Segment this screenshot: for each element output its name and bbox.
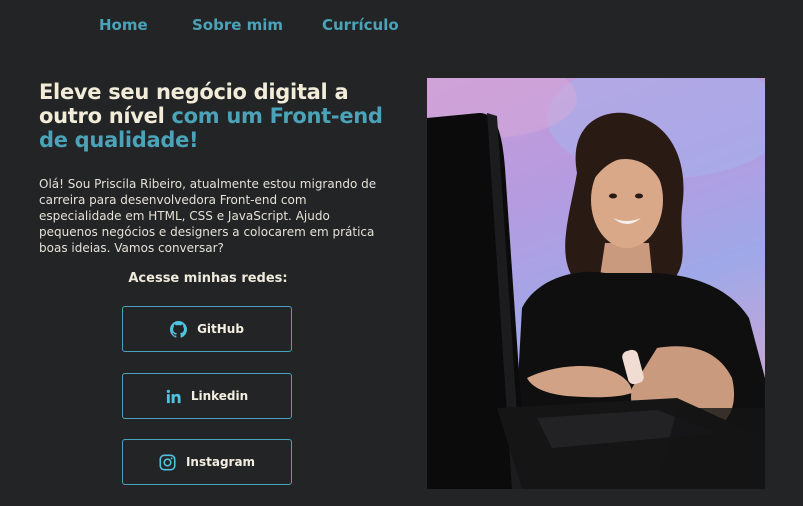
profile-photo: [427, 78, 765, 489]
linkedin-button-label: Linkedin: [190, 389, 249, 403]
nav-home-link[interactable]: Home: [99, 16, 148, 34]
top-nav: Home Sobre mim Currículo: [0, 0, 803, 52]
github-button[interactable]: GitHub: [122, 306, 292, 352]
nav-resume-link[interactable]: Currículo: [322, 16, 399, 34]
instagram-button[interactable]: Instagram: [122, 439, 292, 485]
instagram-icon: [159, 453, 176, 471]
social-title: Acesse minhas redes:: [128, 271, 288, 286]
github-icon: [170, 320, 188, 338]
linkedin-icon: [166, 389, 181, 404]
linkedin-button[interactable]: Linkedin: [122, 373, 292, 419]
github-button-label: GitHub: [197, 322, 244, 336]
intro-text: Olá! Sou Priscila Ribeiro, atualmente es…: [39, 177, 377, 255]
hero-headline: Eleve seu negócio digital a outro nível …: [39, 80, 399, 152]
instagram-button-label: Instagram: [185, 455, 256, 469]
nav-about-link[interactable]: Sobre mim: [192, 16, 283, 34]
page: Home Sobre mim Currículo Eleve seu negóc…: [0, 0, 803, 506]
